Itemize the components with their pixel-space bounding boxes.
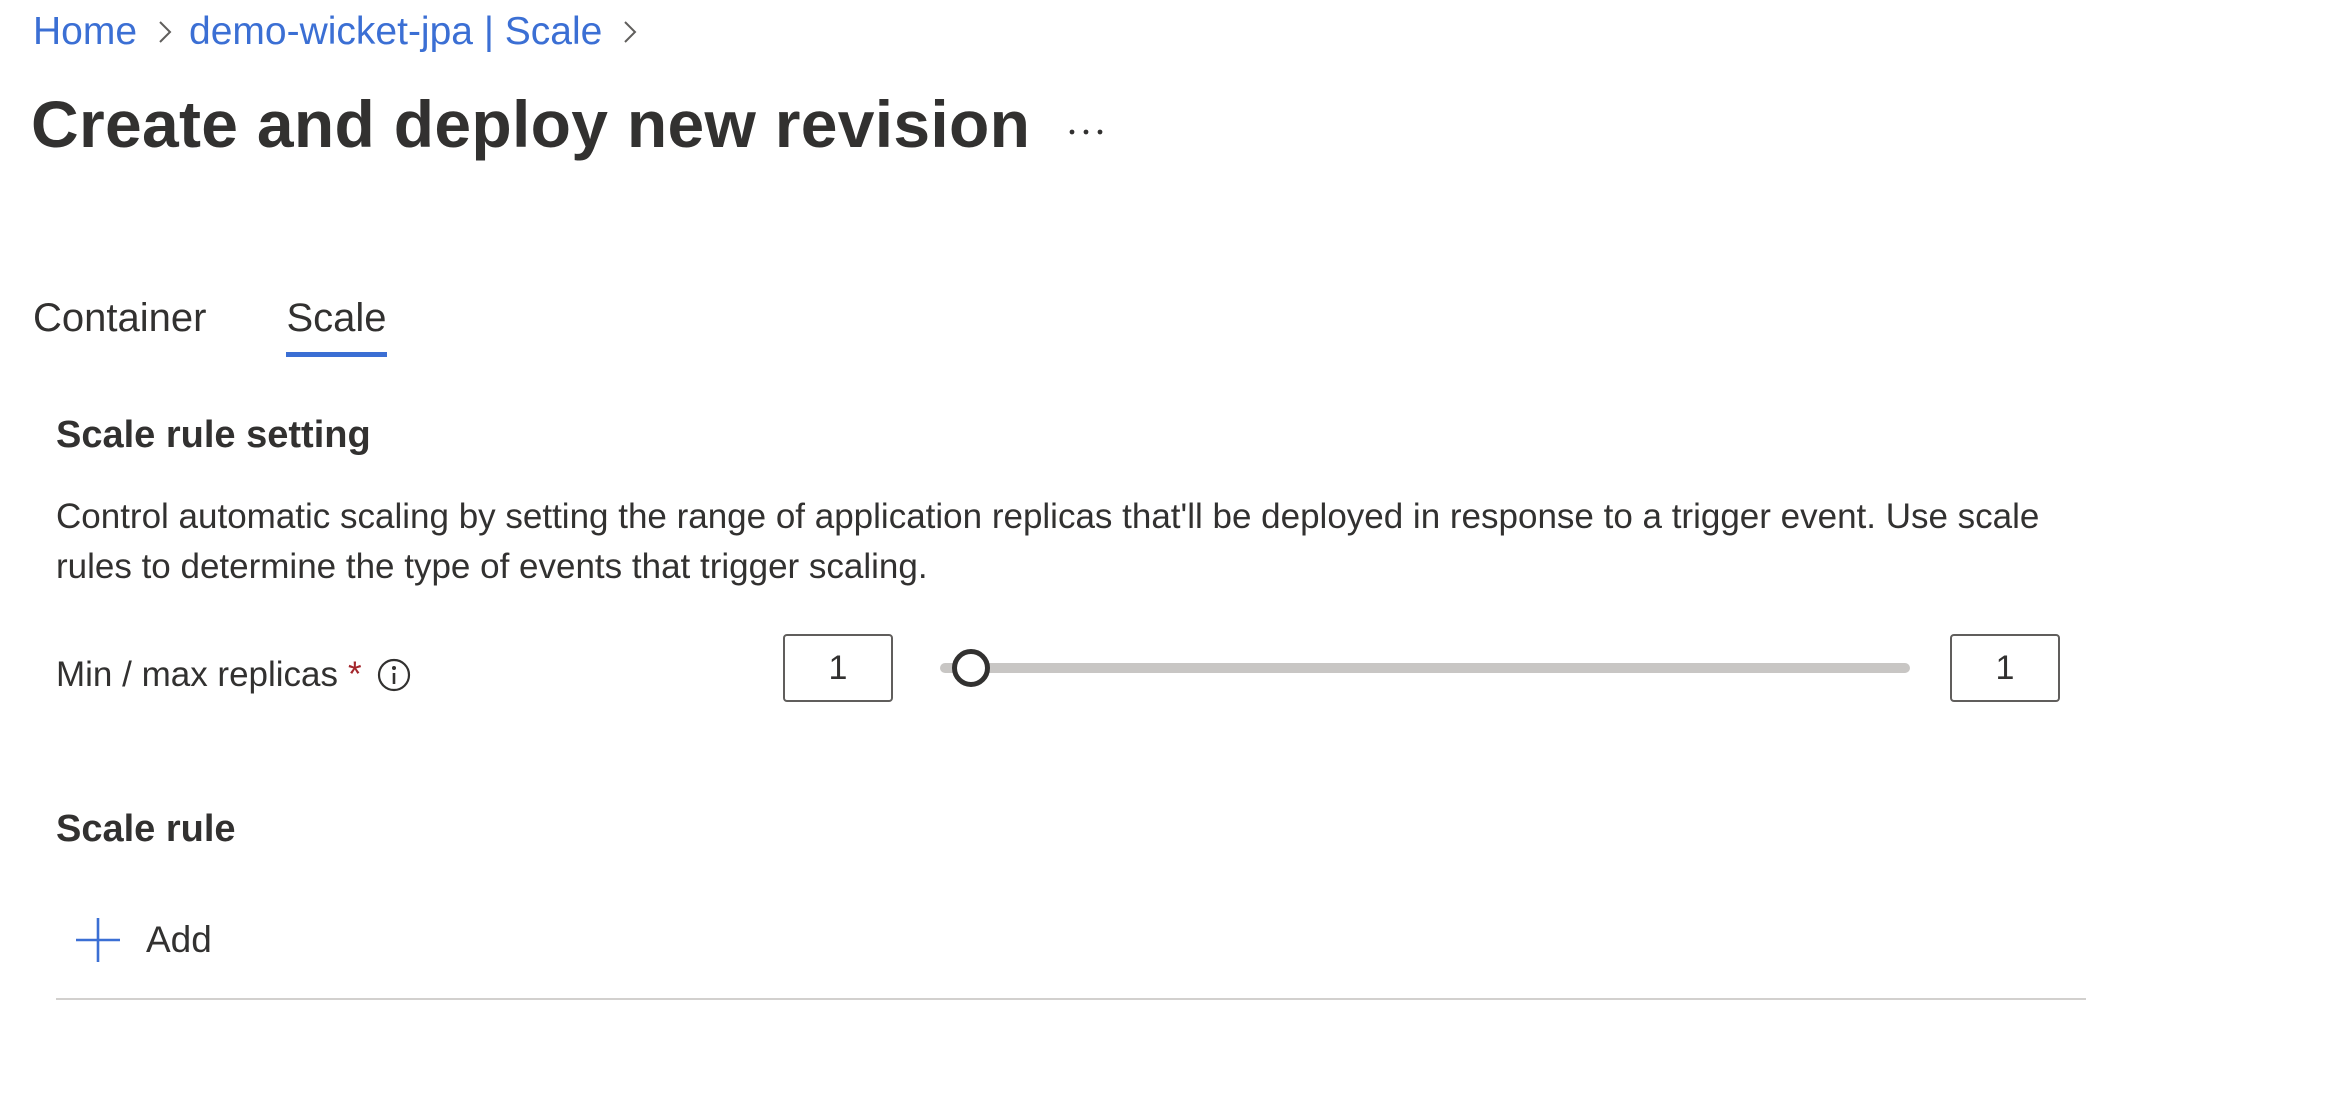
max-replicas-input[interactable] <box>1950 634 2060 702</box>
more-options-button[interactable] <box>1062 108 1110 156</box>
tab-container[interactable]: Container <box>33 296 206 357</box>
add-scale-rule-button[interactable]: Add <box>74 916 212 964</box>
scale-rule-heading: Scale rule <box>56 808 236 850</box>
breadcrumb-home-link[interactable]: Home <box>33 10 137 54</box>
tab-list: Container Scale <box>33 296 387 357</box>
scale-setting-description: Control automatic scaling by setting the… <box>56 497 2040 586</box>
breadcrumb: Home demo-wicket-jpa | Scale <box>33 10 654 54</box>
replicas-label-group: Min / max replicas * <box>56 640 412 710</box>
info-icon[interactable] <box>376 657 412 693</box>
add-label: Add <box>146 919 212 960</box>
more-horizontal-icon <box>1069 129 1103 135</box>
tab-scale[interactable]: Scale <box>286 296 387 357</box>
breadcrumb-resource-link[interactable]: demo-wicket-jpa | Scale <box>189 10 602 54</box>
chevron-right-icon <box>622 19 638 45</box>
min-replicas-input[interactable] <box>783 634 893 702</box>
scale-rule-setting-heading: Scale rule setting <box>56 414 371 456</box>
replicas-range-slider[interactable] <box>940 646 1910 690</box>
divider <box>56 998 2086 1000</box>
page-title: Create and deploy new revision <box>31 87 1031 161</box>
slider-thumb-min[interactable] <box>952 649 990 687</box>
required-marker: * <box>348 655 362 694</box>
replicas-label: Min / max replicas <box>56 655 339 694</box>
slider-track <box>940 663 1910 673</box>
plus-icon <box>74 916 122 964</box>
chevron-right-icon <box>157 19 173 45</box>
